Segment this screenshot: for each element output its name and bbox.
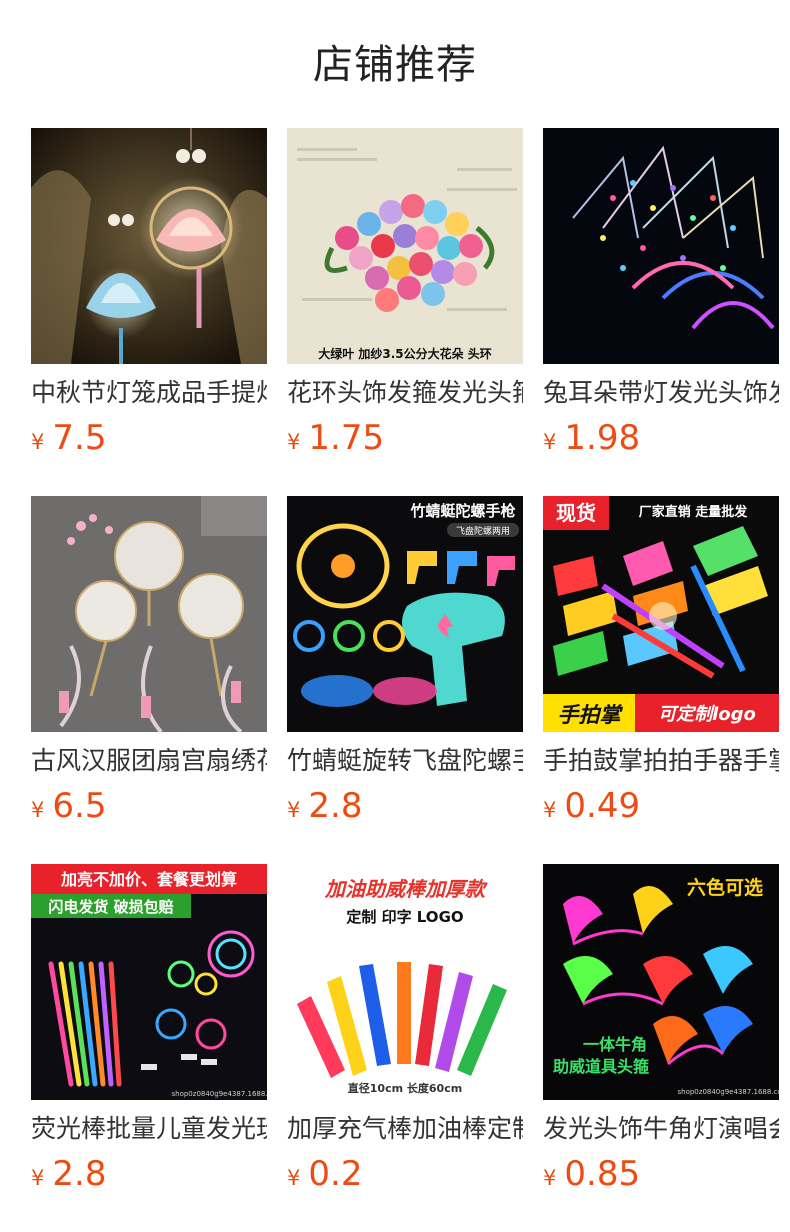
product-card[interactable]: 加亮不加价、套餐更划算 闪电发货 破损包赔 shop0z0840g9e4387.… [31, 864, 267, 1232]
round-fan-photo-illustration [31, 496, 267, 732]
product-image[interactable]: 竹蜻蜓陀螺手枪 飞盘陀螺两用 [287, 496, 523, 732]
product-image[interactable]: 加亮不加价、套餐更划算 闪电发货 破损包赔 shop0z0840g9e4387.… [31, 864, 267, 1100]
overlay-text: 飞盘陀螺两用 [456, 525, 510, 537]
product-name[interactable]: 加厚充气棒加油棒定制 [287, 1112, 523, 1146]
overlay-text: 六色可选 [687, 876, 763, 899]
currency-symbol: ¥ [543, 430, 557, 454]
overlay-text: 直径10cm 长度60cm [348, 1081, 462, 1095]
overlay-text: 加亮不加价、套餐更划算 [60, 870, 237, 889]
product-name[interactable]: 手拍鼓掌拍拍手器手掌 [543, 744, 779, 778]
currency-symbol: ¥ [287, 1166, 301, 1190]
glow-stick-photo-illustration: 加亮不加价、套餐更划算 闪电发货 破损包赔 shop0z0840g9e4387.… [31, 864, 267, 1100]
overlay-text: 助威道具头箍 [553, 1057, 649, 1076]
watermark-text: shop0z0840g9e4387.1688.com [172, 1090, 268, 1098]
price-value: 1.98 [564, 418, 641, 458]
product-card[interactable]: 大绿叶 加纱3.5公分大花朵 头环 花环头饰发箍发光头箍 ¥1.75 [287, 128, 523, 496]
product-price: ¥2.8 [287, 786, 362, 826]
product-price: ¥0.2 [287, 1154, 362, 1194]
horn-headband-photo-illustration: 六色可选 一体牛角 助威道具头箍 shop0z0840g9e4387.1688.… [543, 864, 779, 1100]
product-card[interactable]: 中秋节灯笼成品手提灯笼 ¥7.5 [31, 128, 267, 496]
price-value: 0.49 [564, 786, 641, 826]
price-value: 7.5 [52, 418, 107, 458]
overlay-text: 手拍掌 [558, 703, 624, 727]
lantern-photo-illustration [31, 128, 267, 364]
currency-symbol: ¥ [31, 430, 45, 454]
product-name[interactable]: 兔耳朵带灯发光头饰发箍 [543, 376, 779, 410]
overlay-text: 大绿叶 加纱3.5公分大花朵 头环 [318, 346, 492, 361]
product-card[interactable]: 竹蜻蜓陀螺手枪 飞盘陀螺两用 竹蜻蜓旋转飞盘陀螺 ¥ 2.8 [287, 496, 523, 864]
watermark-text: shop0z0840g9e4387.1688.com [678, 1088, 780, 1096]
product-name[interactable]: 中秋节灯笼成品手提灯笼 [31, 376, 267, 410]
dragonfly-launcher-photo-illustration: 竹蜻蜓陀螺手枪 飞盘陀螺两用 [287, 496, 523, 732]
price-value: 6.5 [52, 786, 107, 826]
cheer-stick-photo-illustration: 加油助威棒加厚款 定制 印字 LOGO 直径10cm 长度60cm [287, 864, 523, 1100]
currency-symbol: ¥ [287, 798, 301, 822]
store-recommendations-page: 店铺推荐 中秋节灯笼成品手提 ¥ 7.5 大绿叶 加纱3.5公分大花朵 头环 花… [0, 0, 790, 1232]
product-name[interactable]: 古风汉服团扇宫扇绣花扇 [31, 744, 267, 778]
currency-symbol: ¥ [31, 1166, 45, 1190]
currency-symbol: ¥ [287, 430, 301, 454]
product-image[interactable] [31, 128, 267, 364]
currency-symbol: ¥ [543, 798, 557, 822]
overlay-text: 定制 印字 LOGO [346, 908, 463, 926]
product-card[interactable]: 古风汉服团扇宫扇绣花扇 ¥6.5 [31, 496, 267, 864]
product-price: ¥2.8 [31, 1154, 106, 1194]
product-name[interactable]: 竹蜻蜓旋转飞盘陀螺手枪 [287, 744, 523, 778]
price-value: 2.8 [52, 1154, 107, 1194]
product-card[interactable]: 加油助威棒加厚款 定制 印字 LOGO 直径10cm 长度60cm 加厚充气棒加… [287, 864, 523, 1232]
currency-symbol: ¥ [31, 798, 45, 822]
product-image[interactable] [31, 496, 267, 732]
product-image[interactable]: 六色可选 一体牛角 助威道具头箍 shop0z0840g9e4387.1688.… [543, 864, 779, 1100]
product-price: ¥6.5 [31, 786, 106, 826]
overlay-text: 现货 [556, 501, 596, 525]
product-card[interactable]: 兔耳朵带灯发光头饰发箍 ¥1.98 [543, 128, 779, 496]
product-grid: 中秋节灯笼成品手提灯笼 ¥7.5 [31, 128, 779, 1232]
price-value: 0.85 [564, 1154, 641, 1194]
product-image[interactable] [543, 128, 779, 364]
overlay-text: 厂家直销 走量批发 [639, 504, 749, 520]
bunny-ear-headband-photo-illustration [543, 128, 779, 364]
product-price: ¥0.85 [543, 1154, 640, 1194]
product-name[interactable]: 花环头饰发箍发光头箍 [287, 376, 523, 410]
product-card[interactable]: 六色可选 一体牛角 助威道具头箍 shop0z0840g9e4387.1688.… [543, 864, 779, 1232]
price-value: 0.2 [308, 1154, 363, 1194]
flower-wreath-photo-illustration: 大绿叶 加纱3.5公分大花朵 头环 [287, 128, 523, 364]
product-card[interactable]: 现货 厂家直销 走量批发 手拍掌 可定制logo 手拍鼓掌拍拍手器手掌 ¥ 0.… [543, 496, 779, 864]
product-price: ¥7.5 [31, 418, 106, 458]
price-value: 2.8 [308, 786, 363, 826]
product-name[interactable]: 发光头饰牛角灯演唱会头箍 [543, 1112, 779, 1146]
product-image[interactable]: 大绿叶 加纱3.5公分大花朵 头环 [287, 128, 523, 364]
product-image[interactable]: 加油助威棒加厚款 定制 印字 LOGO 直径10cm 长度60cm [287, 864, 523, 1100]
product-image[interactable]: 现货 厂家直销 走量批发 手拍掌 可定制logo [543, 496, 779, 732]
product-price: ¥0.49 [543, 786, 640, 826]
overlay-text: 加油助威棒加厚款 [324, 877, 488, 901]
price-value: 1.75 [308, 418, 385, 458]
overlay-text: 一体牛角 [583, 1035, 647, 1054]
hand-clapper-photo-illustration: 现货 厂家直销 走量批发 手拍掌 可定制logo [543, 496, 779, 732]
product-price: ¥1.98 [543, 418, 640, 458]
overlay-text: 竹蜻蜓陀螺手枪 [409, 502, 515, 520]
overlay-text: 可定制logo [658, 704, 756, 725]
product-name[interactable]: 荧光棒批量儿童发光玩具 [31, 1112, 267, 1146]
page-title: 店铺推荐 [313, 42, 477, 88]
currency-symbol: ¥ [543, 1166, 557, 1190]
overlay-text: 闪电发货 破损包赔 [48, 898, 173, 916]
product-price: ¥1.75 [287, 418, 384, 458]
